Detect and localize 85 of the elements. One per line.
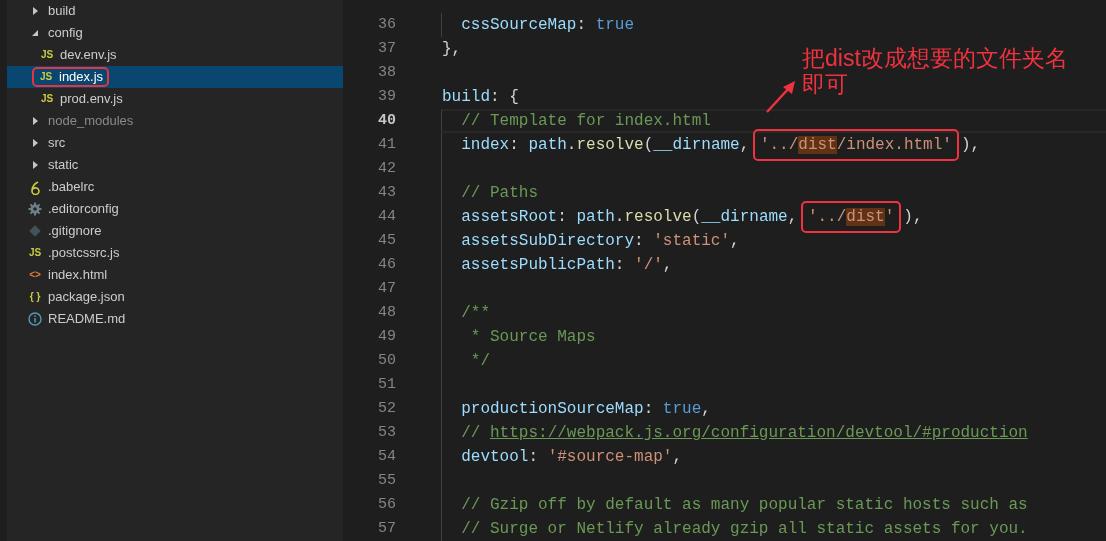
chevron-right-icon (30, 160, 40, 170)
code-line: cssSourceMap: true (460, 16, 635, 34)
chevron-right-icon (30, 138, 40, 148)
file-name: .gitignore (48, 222, 102, 241)
file-row[interactable]: JS dev.env.js (7, 44, 343, 66)
line-number: 42 (377, 158, 396, 179)
file-type-icon: <> (29, 270, 41, 280)
line-number: 50 (377, 350, 396, 371)
file-type-icon: JS (40, 94, 54, 104)
line-number: 38 (377, 62, 396, 83)
line-number: 41 (377, 134, 396, 155)
file-name: README.md (48, 310, 126, 329)
chevron-right-icon (30, 116, 40, 126)
line-number: 45 (377, 230, 396, 251)
code-text: index: path.resolve(__dirname, (460, 136, 751, 154)
folder-row[interactable]: static (7, 154, 343, 176)
code-line: */ (469, 352, 490, 370)
file-row[interactable]: JS prod.env.js (7, 88, 343, 110)
line-number: 47 (377, 278, 396, 299)
code-line: assetsPublicPath: '/', (460, 256, 673, 274)
line-number: 43 (377, 182, 396, 203)
chevron-right-icon (30, 6, 40, 16)
file-name: node_modules (48, 112, 134, 131)
code-text: ), (960, 136, 981, 154)
code-line: // https://webpack.js.org/configuration/devtool/#production (460, 424, 1028, 442)
code-line: // Template for index.html (460, 112, 711, 130)
line-number: 56 (377, 494, 396, 515)
file-name: build (48, 2, 76, 21)
chevron-down-icon (30, 28, 40, 38)
file-type-icon: JS (39, 72, 53, 82)
code-line: build: { (442, 88, 519, 106)
file-row[interactable]: README.md (7, 308, 343, 330)
code-line: assetsSubDirectory: 'static', (460, 232, 740, 250)
file-name: dev.env.js (60, 46, 117, 65)
file-type-icon: JS (40, 50, 54, 60)
line-number: 55 (377, 470, 396, 491)
file-row[interactable]: <> index.html (7, 264, 343, 286)
file-name: .postcssrc.js (48, 244, 120, 263)
file-name: prod.env.js (60, 90, 123, 109)
file-name: index.html (48, 266, 108, 285)
file-name: .editorconfig (48, 200, 119, 219)
file-name: index.js (59, 68, 104, 87)
file-type-icon: { } (29, 292, 41, 302)
line-number: 49 (377, 326, 396, 347)
line-number: 52 (377, 398, 396, 419)
file-row[interactable]: JS index.js (7, 66, 343, 88)
file-row[interactable]: .editorconfig (7, 198, 343, 220)
line-number: 37 (377, 38, 396, 59)
code-line: }, (442, 40, 462, 58)
code-text: assetsRoot: path.resolve(__dirname, (460, 208, 799, 226)
code-line: * Source Maps (469, 328, 596, 346)
folder-row[interactable]: src (7, 132, 343, 154)
line-number: 39 (377, 86, 396, 107)
line-number: 36 (377, 14, 396, 35)
annotation-box: '../dist/index.html' (752, 129, 959, 161)
code-line: // Paths (460, 184, 538, 202)
line-number: 40 (377, 110, 396, 131)
code-line: productionSourceMap: true, (460, 400, 711, 418)
annotation-note: 把dist改成想要的文件夹名即可 (802, 45, 1069, 97)
folder-row[interactable]: build (7, 0, 343, 22)
file-name: config (48, 24, 83, 43)
file-name: .babelrc (48, 178, 95, 197)
file-row[interactable]: JS .postcssrc.js (7, 242, 343, 264)
line-number: 53 (377, 422, 396, 443)
line-number: 51 (377, 374, 396, 395)
line-number: 54 (377, 446, 396, 467)
folder-row[interactable]: node_modules (7, 110, 343, 132)
line-number: 48 (377, 302, 396, 323)
code-line: devtool: '#source-map', (460, 448, 683, 466)
code-text: ), (903, 208, 923, 226)
file-name: static (48, 156, 79, 175)
file-name: src (48, 134, 66, 153)
line-number: 46 (377, 254, 396, 275)
file-row[interactable]: .babelrc (7, 176, 343, 198)
code-line: /** (460, 304, 490, 322)
code-line: // Surge or Netlify already gzip all static assets for you. (460, 520, 1028, 538)
folder-row[interactable]: config (7, 22, 343, 44)
file-type-icon: JS (28, 248, 42, 258)
file-row[interactable]: .gitignore (7, 220, 343, 242)
file-row[interactable]: { } package.json (7, 286, 343, 308)
annotation-box: '../dist' (800, 201, 902, 233)
code-line: // Gzip off by default as many popular static hosts such as (460, 496, 1028, 514)
line-number: 57 (377, 518, 396, 539)
file-name: package.json (48, 288, 125, 307)
line-number: 44 (377, 206, 396, 227)
